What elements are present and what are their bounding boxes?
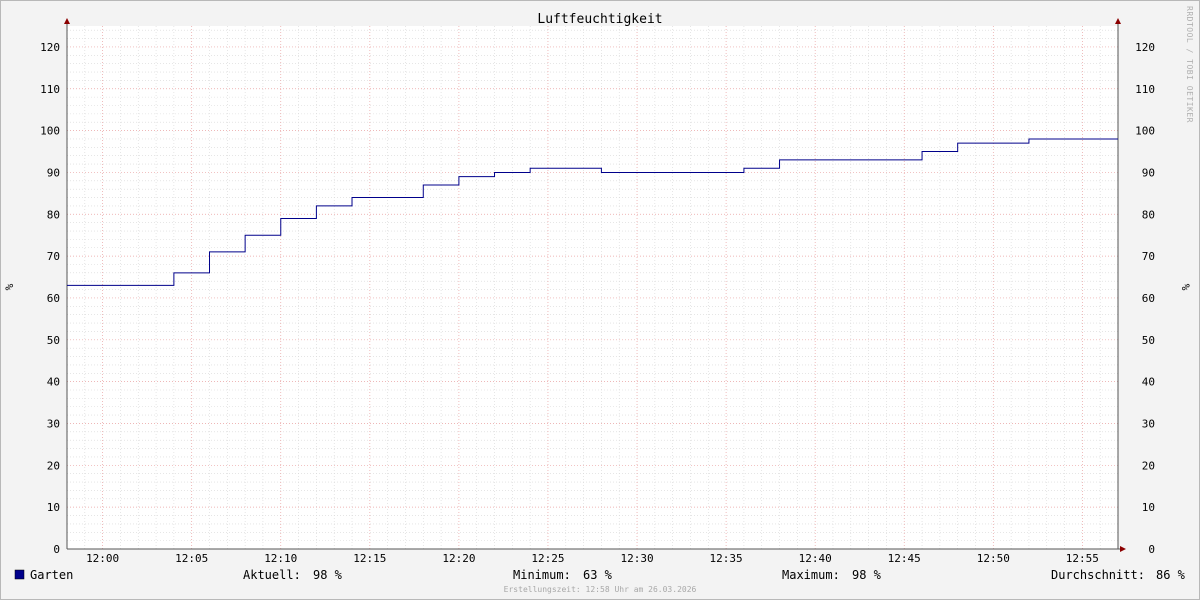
x-tick-label: 12:00 (86, 552, 119, 565)
y-ticks-left: 0 10 20 30 40 50 60 70 80 90 100 110 120 (40, 41, 60, 556)
y-tick-label-right: 40 (1142, 376, 1155, 389)
y-tick-label-left: 120 (40, 41, 60, 54)
y-tick-label-right: 20 (1142, 459, 1155, 472)
y-tick-label-left: 60 (47, 292, 60, 305)
x-tick-label: 12:05 (175, 552, 208, 565)
humidity-chart: 0 10 20 30 40 50 60 70 80 90 100 110 120 0 10 20 30 40 50… (3, 6, 1194, 594)
stat-current-label: Aktuell: (243, 568, 301, 582)
y-axis-left-arrow (64, 18, 70, 24)
legend-label-garten: Garten (30, 568, 73, 582)
x-tick-label: 12:10 (264, 552, 297, 565)
x-ticks: 12:00 12:05 12:10 12:15 12:20 12:25 12:30 12:35… (86, 552, 1099, 565)
y-axis-label-right: % (1179, 284, 1192, 291)
legend-swatch-garten (14, 569, 25, 580)
stat-avg-label: Durchschnitt: (1051, 568, 1145, 582)
stat-max-value: 98 % (852, 568, 882, 582)
y-tick-label-right: 110 (1135, 83, 1155, 96)
y-tick-label-left: 70 (47, 250, 60, 263)
stat-current-value: 98 % (313, 568, 343, 582)
y-tick-label-right: 100 (1135, 125, 1155, 138)
chart-title: Luftfeuchtigkeit (537, 12, 662, 27)
stat-min-label: Minimum: (513, 568, 571, 582)
y-tick-label-left: 0 (53, 543, 60, 556)
y-tick-label-left: 50 (47, 334, 60, 347)
stat-avg-value: 86 % (1156, 568, 1186, 582)
y-tick-label-right: 70 (1142, 250, 1155, 263)
rrdtool-watermark: RRDTOOL / TOBI OETIKER (1185, 6, 1194, 123)
y-tick-label-left: 110 (40, 83, 60, 96)
stat-min-value: 63 % (583, 568, 613, 582)
footer-timestamp: Erstellungszeit: 12:58 Uhr am 26.03.2026 (504, 585, 697, 594)
y-tick-label-right: 0 (1148, 543, 1155, 556)
y-tick-label-left: 100 (40, 125, 60, 138)
x-tick-label: 12:25 (531, 552, 564, 565)
x-tick-label: 12:40 (799, 552, 832, 565)
y-tick-label-left: 90 (47, 166, 60, 179)
y-tick-label-left: 20 (47, 459, 60, 472)
x-tick-label: 12:45 (888, 552, 921, 565)
y-tick-label-left: 30 (47, 417, 60, 430)
y-tick-label-right: 120 (1135, 41, 1155, 54)
x-tick-label: 12:35 (710, 552, 743, 565)
x-tick-label: 12:55 (1066, 552, 1099, 565)
y-tick-label-right: 50 (1142, 334, 1155, 347)
y-ticks-right: 0 10 20 30 40 50 60 70 80 90 100 110 120 (1135, 41, 1155, 556)
y-tick-label-right: 90 (1142, 166, 1155, 179)
x-axis-arrow (1120, 546, 1126, 552)
y-tick-label-right: 60 (1142, 292, 1155, 305)
y-tick-label-left: 10 (47, 501, 60, 514)
y-tick-label-right: 80 (1142, 208, 1155, 221)
stat-max-label: Maximum: (782, 568, 840, 582)
x-tick-label: 12:30 (620, 552, 653, 565)
y-axis-label-left: % (3, 283, 16, 290)
y-tick-label-right: 30 (1142, 417, 1155, 430)
x-tick-label: 12:20 (442, 552, 475, 565)
y-tick-label-left: 80 (47, 208, 60, 221)
x-tick-label: 12:50 (977, 552, 1010, 565)
y-tick-label-right: 10 (1142, 501, 1155, 514)
plot-canvas (67, 26, 1118, 549)
x-tick-label: 12:15 (353, 552, 386, 565)
y-tick-label-left: 40 (47, 376, 60, 389)
y-axis-right-arrow (1115, 18, 1121, 24)
